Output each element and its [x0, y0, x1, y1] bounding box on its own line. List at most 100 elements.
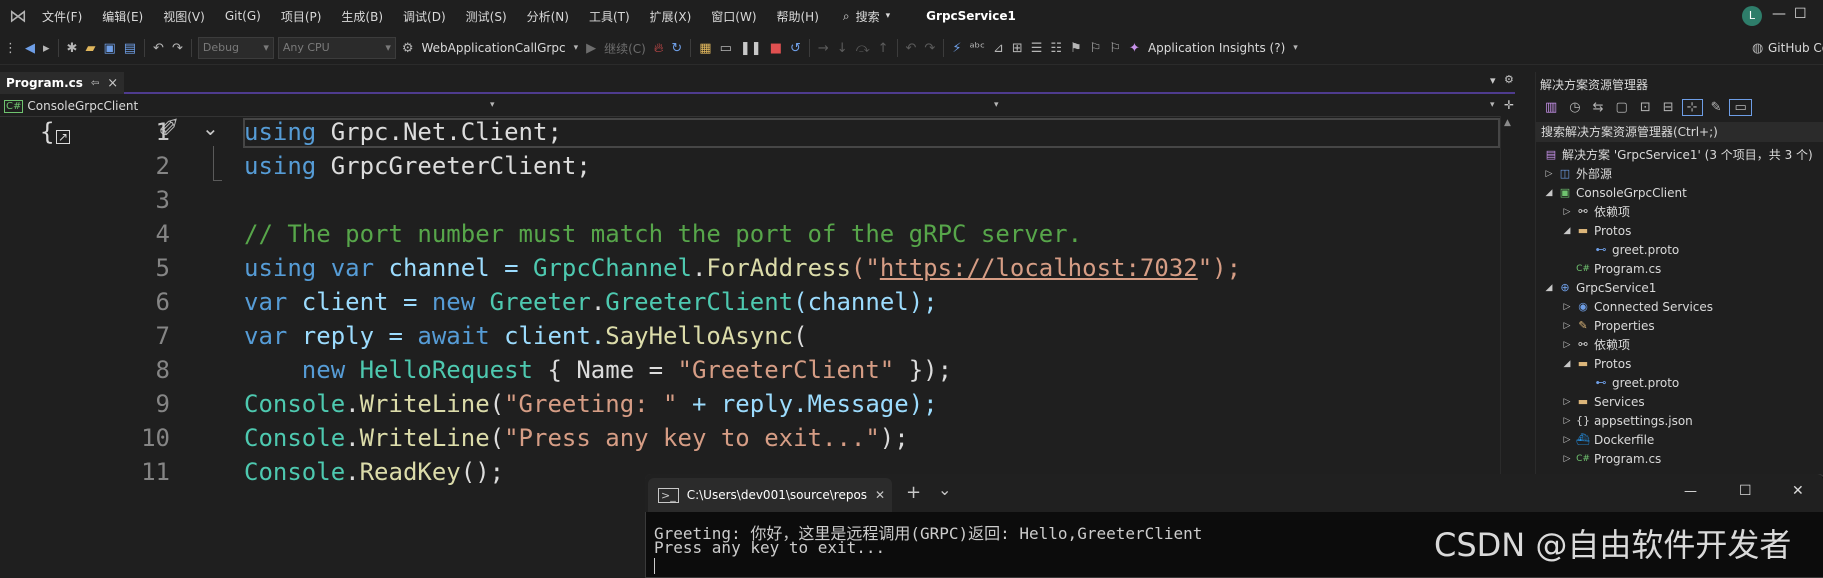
menu-build[interactable]: 生成(B) — [331, 8, 393, 25]
sync-icon[interactable]: ⇆ — [1589, 100, 1608, 115]
chevron-down-icon[interactable]: ▾ — [570, 43, 583, 53]
menu-debug[interactable]: 调试(D) — [393, 8, 456, 25]
tree-item-properties[interactable]: ▷ ✎ Properties — [1562, 316, 1655, 335]
continue-button[interactable]: 继续(C) — [600, 40, 650, 57]
tree-item-protos-2[interactable]: ◢ ▬ Protos — [1562, 354, 1632, 373]
forward-icon[interactable]: ▸ — [39, 41, 54, 56]
stop-icon[interactable]: ■ — [766, 41, 786, 56]
outdent-icon[interactable]: ☷ — [1046, 41, 1066, 56]
gear-icon[interactable]: ⚙ — [1504, 73, 1514, 86]
terminal-tab[interactable]: >_ C:\Users\dev001\source\repos ✕ — [648, 478, 892, 512]
tree-item-connected-services[interactable]: ▷ ◉ Connected Services — [1562, 297, 1714, 316]
menu-git[interactable]: Git(G) — [215, 9, 271, 23]
step-out-icon[interactable]: ↑ — [874, 41, 893, 56]
compare-icon[interactable]: ⊞ — [1008, 41, 1027, 56]
format-icon[interactable]: ⊿ — [989, 41, 1008, 56]
collapse-all-icon[interactable]: ⊟ — [1659, 100, 1678, 115]
history-icon[interactable]: ◷ — [1565, 100, 1584, 115]
expand-arrow-icon[interactable]: ▷ — [1562, 321, 1572, 331]
refresh-icon[interactable]: ⊡ — [1636, 100, 1655, 115]
expand-arrow-icon[interactable]: ▷ — [1544, 169, 1554, 179]
lifecycle-events-icon[interactable]: ▭ — [716, 41, 736, 56]
bookmark-prev-icon[interactable]: ⚐ — [1086, 41, 1106, 56]
new-project-icon[interactable]: ✱ — [63, 41, 82, 56]
expand-arrow-icon[interactable]: ▷ — [1562, 302, 1572, 312]
collapse-arrow-icon[interactable]: ◢ — [1562, 359, 1572, 369]
menu-test[interactable]: 测试(S) — [456, 8, 517, 25]
tree-item-external-sources[interactable]: ▷ ◫ 外部源 — [1544, 164, 1612, 183]
terminal-maximize-button[interactable]: ☐ — [1739, 483, 1752, 499]
wrench-icon[interactable]: ✎ — [1707, 100, 1726, 115]
chevron-down-icon[interactable]: ▾ — [1490, 100, 1495, 110]
play-icon[interactable]: ▶ — [582, 41, 600, 56]
pending-changes-icon[interactable]: ▢ — [1612, 100, 1632, 115]
undo-nav-icon[interactable]: ↶ — [902, 41, 921, 56]
tree-item-dependencies-2[interactable]: ▷ ⚯ 依赖项 — [1562, 335, 1630, 354]
pin-icon[interactable]: ⇦ — [91, 78, 99, 89]
tree-item-dockerfile[interactable]: ▷ ⛴ Dockerfile — [1562, 430, 1655, 449]
url-link[interactable]: https://localhost:7032 — [880, 254, 1198, 282]
tree-item-solution[interactable]: ▤ 解决方案 'GrpcService1' (3 个项目，共 3 个) — [1544, 145, 1813, 164]
collapse-arrow-icon[interactable]: ◢ — [1544, 283, 1554, 293]
pause-icon[interactable]: ❚❚ — [736, 41, 766, 56]
github-copilot-button[interactable]: GitHub Co — [1764, 41, 1823, 55]
chevron-down-icon[interactable]: ▾ — [994, 100, 999, 110]
tab-program-cs[interactable]: Program.cs ⇦ × — [0, 72, 125, 94]
indent-icon[interactable]: ☰ — [1027, 41, 1047, 56]
spell-check-icon[interactable]: ᵃᵇᶜ — [965, 41, 988, 56]
expand-arrow-icon[interactable]: ▷ — [1562, 435, 1572, 445]
menu-extensions[interactable]: 扩展(X) — [640, 8, 702, 25]
tree-item-program-cs-2[interactable]: ▷ C# Program.cs — [1562, 449, 1662, 468]
tree-item-dependencies[interactable]: ▷ ⚯ 依赖项 — [1562, 202, 1630, 221]
chevron-down-icon[interactable]: ▾ — [1289, 43, 1302, 53]
restart-icon[interactable]: ↻ — [667, 41, 686, 56]
step-into-icon[interactable]: ↓ — [833, 41, 852, 56]
configuration-select[interactable]: Debug ▾ — [197, 37, 274, 59]
tree-item-protos[interactable]: ◢ ▬ Protos — [1562, 221, 1632, 240]
restart-debug-icon[interactable]: ↺ — [786, 41, 805, 56]
solution-explorer-search[interactable]: 搜索解决方案资源管理器(Ctrl+;) — [1535, 122, 1823, 142]
tree-item-console-project[interactable]: ◢ ▣ ConsoleGrpcClient — [1544, 183, 1687, 202]
maximize-button[interactable]: ☐ — [1794, 6, 1807, 22]
diagnostics-icon[interactable]: ⚡︎ — [948, 41, 965, 56]
bookmark-next-icon[interactable]: ⚐ — [1105, 41, 1125, 56]
expand-arrow-icon[interactable]: ▷ — [1562, 454, 1572, 464]
new-tab-button[interactable]: + — [906, 482, 921, 503]
chevron-down-icon[interactable]: ▾ — [490, 100, 495, 110]
expand-arrow-icon[interactable]: ▷ — [1562, 397, 1572, 407]
project-dropdown[interactable]: C# ConsoleGrpcClient — [4, 99, 138, 113]
tree-item-appsettings[interactable]: ▷ {} appsettings.json — [1562, 411, 1693, 430]
minimize-button[interactable]: — — [1772, 6, 1786, 22]
menu-window[interactable]: 窗口(W) — [701, 8, 766, 25]
redo-icon[interactable]: ↷ — [168, 41, 187, 56]
scroll-up-icon[interactable]: ▲ — [1504, 118, 1511, 128]
tree-item-services[interactable]: ▷ ▬ Services — [1562, 392, 1645, 411]
show-all-files-icon[interactable]: ⊹ — [1681, 98, 1703, 116]
tree-item-program-cs[interactable]: C# Program.cs — [1576, 259, 1661, 278]
visual-studio-logo-icon[interactable]: ⋈ — [4, 4, 32, 28]
terminal-close-button[interactable]: ✕ — [1792, 483, 1804, 499]
menu-project[interactable]: 项目(P) — [271, 8, 332, 25]
menu-analyze[interactable]: 分析(N) — [517, 8, 579, 25]
hot-reload-icon[interactable]: 🔥︎ — [650, 41, 668, 56]
save-all-icon[interactable]: ▤ — [120, 41, 140, 56]
switch-views-icon[interactable]: ▥ — [1541, 100, 1561, 115]
tab-list-dropdown-icon[interactable]: ▾ — [1490, 74, 1496, 87]
tab-dropdown-button[interactable]: ⌄ — [938, 480, 951, 499]
avatar[interactable]: L — [1742, 6, 1762, 26]
undo-icon[interactable]: ↶ — [149, 41, 168, 56]
tree-item-grpc-service-project[interactable]: ◢ ⊕ GrpcService1 — [1544, 278, 1657, 297]
menu-edit[interactable]: 编辑(E) — [92, 8, 153, 25]
collapse-arrow-icon[interactable]: ◢ — [1562, 226, 1572, 236]
close-icon[interactable]: × — [107, 76, 118, 91]
redo-nav-icon[interactable]: ↷ — [920, 41, 939, 56]
menu-view[interactable]: 视图(V) — [153, 8, 215, 25]
step-over-icon[interactable]: ⤼ — [852, 41, 874, 56]
back-icon[interactable]: ◀ — [21, 41, 39, 56]
tree-item-greet-proto[interactable]: ⊷ greet.proto — [1594, 240, 1680, 259]
menu-tools[interactable]: 工具(T) — [579, 8, 640, 25]
terminal-minimize-button[interactable]: — — [1684, 484, 1697, 499]
preview-icon[interactable]: ▭ — [1729, 98, 1752, 116]
process-icon[interactable]: ▦ — [695, 41, 715, 56]
menu-help[interactable]: 帮助(H) — [767, 8, 829, 25]
